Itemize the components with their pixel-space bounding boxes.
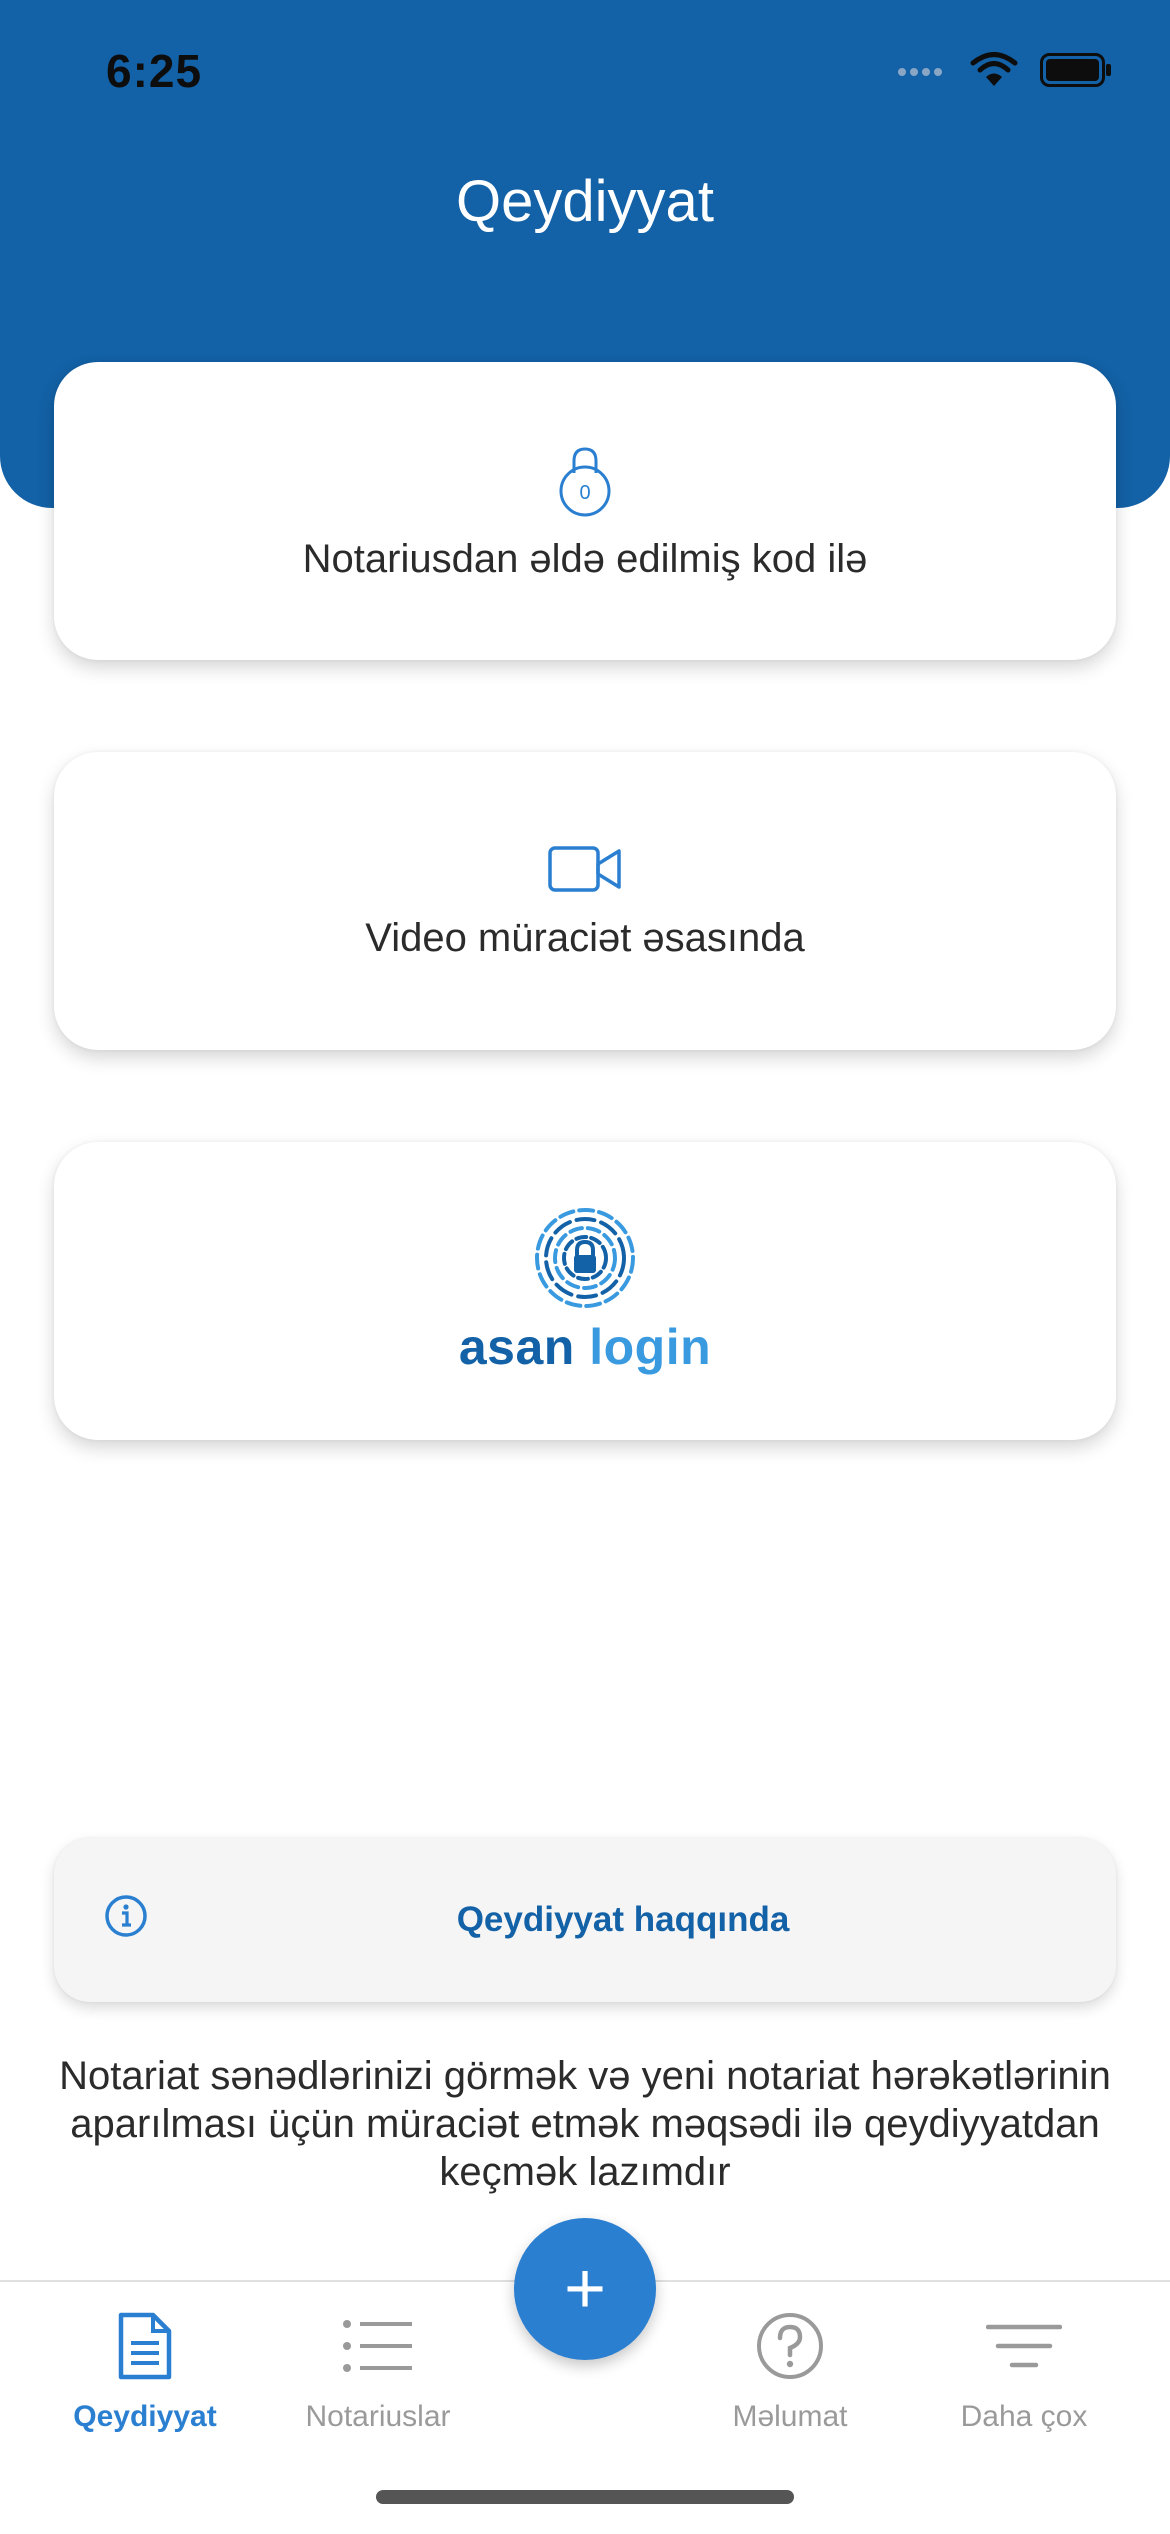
asan-login-card[interactable]: asan login [54, 1142, 1116, 1440]
tab-notariuslar[interactable]: Notariuslar [268, 2298, 488, 2434]
video-registration-label: Video müraciət əsasında [365, 915, 805, 960]
registration-info-button[interactable]: Qeydiyyat haqqında [54, 1838, 1116, 2002]
asan-login-logo: asan login [459, 1318, 711, 1376]
tab-label: Daha çox [960, 2400, 1088, 2433]
tab-label: Qeydiyyat [73, 2400, 217, 2433]
video-registration-card[interactable]: Video müraciət əsasında [54, 752, 1116, 1050]
home-indicator [376, 2490, 794, 2504]
code-registration-card[interactable]: 0 Notariusdan əldə edilmiş kod ilə [54, 362, 1116, 660]
registration-info-label: Qeydiyyat haqqında [456, 1900, 790, 1939]
status-icons [896, 52, 1112, 88]
tab-daha-cox[interactable]: Daha çox [914, 2298, 1134, 2434]
list-icon [343, 2320, 412, 2372]
asan-logo-text-part2: login [589, 1319, 712, 1375]
page-title: Qeydiyyat [456, 169, 714, 234]
question-icon [757, 2313, 823, 2379]
signal-icon [898, 68, 942, 76]
battery-icon [1040, 53, 1111, 87]
fingerprint-lock-icon [535, 1208, 635, 1308]
tab-qeydiyyat[interactable]: Qeydiyyat [35, 2298, 255, 2434]
code-registration-label: Notariusdan əldə edilmiş kod ilə [302, 536, 868, 581]
tab-melumat[interactable]: Məlumat [680, 2298, 900, 2434]
wifi-icon [970, 52, 1018, 86]
video-camera-icon [548, 845, 621, 892]
svg-text:0: 0 [579, 482, 590, 504]
document-icon [118, 2312, 172, 2380]
tab-label: Məlumat [732, 2400, 848, 2433]
add-button[interactable]: + [514, 2218, 656, 2360]
registration-description: Notariat sənədlərinizi görmək və yeni no… [59, 2054, 1111, 2194]
status-time: 6:25 [106, 45, 203, 97]
tab-label: Notariuslar [305, 2400, 451, 2433]
lock-icon: 0 [559, 446, 611, 516]
menu-lines-icon [986, 2324, 1062, 2368]
asan-logo-text-part1: asan [458, 1319, 575, 1375]
